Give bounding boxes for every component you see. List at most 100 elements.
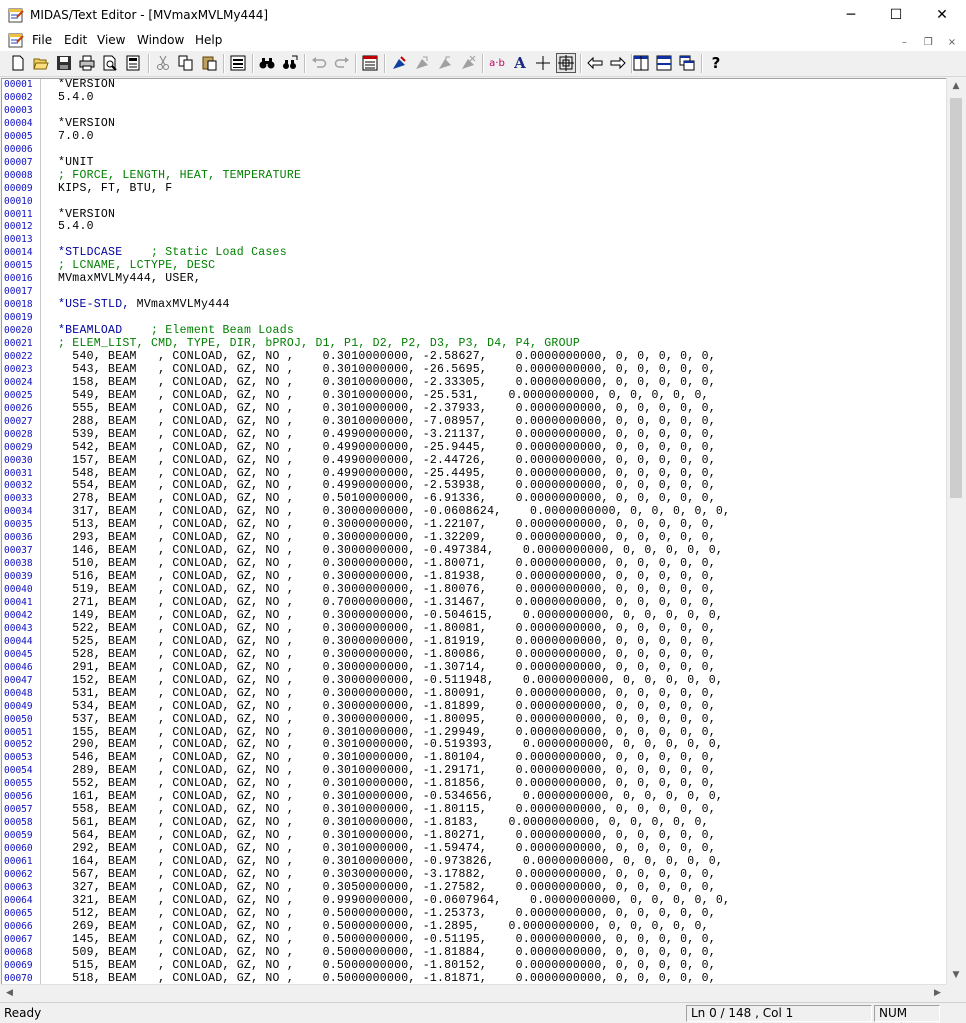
find-button[interactable]	[257, 53, 277, 73]
editor-line[interactable]: 00067 145, BEAM , CONLOAD, GZ, NO , 0.50…	[2, 933, 942, 947]
copy-button[interactable]	[176, 53, 196, 73]
open-button[interactable]	[31, 53, 51, 73]
editor-line[interactable]: 00006	[2, 144, 942, 157]
menu-help[interactable]: Help	[195, 33, 222, 47]
editor-line[interactable]: 00012 5.4.0	[2, 220, 942, 234]
editor-line[interactable]: 00030 157, BEAM , CONLOAD, GZ, NO , 0.49…	[2, 454, 942, 468]
bookmark-clear-button[interactable]	[458, 53, 478, 73]
print-setup-icon	[126, 55, 140, 71]
editor-line[interactable]: 00022 540, BEAM , CONLOAD, GZ, NO , 0.30…	[2, 350, 942, 364]
print-setup-button[interactable]	[123, 53, 143, 73]
column-mode-button[interactable]	[556, 53, 576, 73]
menu-file[interactable]: File	[32, 33, 52, 47]
help-button[interactable]: ?	[706, 53, 726, 73]
paste-button[interactable]	[199, 53, 219, 73]
mdi-minimize-button[interactable]: –	[896, 36, 912, 50]
editor-line[interactable]: 00024 158, BEAM , CONLOAD, GZ, NO , 0.30…	[2, 376, 942, 390]
undo-button[interactable]	[309, 53, 329, 73]
editor-line[interactable]: 00009 KIPS, FT, BTU, F	[2, 182, 942, 196]
font-button[interactable]: A	[510, 53, 530, 73]
crosshair-button[interactable]	[533, 53, 553, 73]
vertical-scroll-thumb[interactable]	[950, 98, 962, 498]
cut-button[interactable]	[153, 53, 173, 73]
menu-window[interactable]: Window	[137, 33, 184, 47]
minimize-button[interactable]: ─	[828, 0, 874, 31]
mdi-restore-button[interactable]: ❐	[920, 36, 936, 50]
tile-horizontal-button[interactable]	[654, 53, 674, 73]
redo-button[interactable]	[332, 53, 352, 73]
editor-line[interactable]: 00061 164, BEAM , CONLOAD, GZ, NO , 0.30…	[2, 855, 942, 869]
editor-line[interactable]: 00028 539, BEAM , CONLOAD, GZ, NO , 0.49…	[2, 428, 942, 442]
insert-command-button[interactable]	[360, 53, 380, 73]
editor-line[interactable]: 00018 *USE-STLD, MVmaxMVLMy444	[2, 298, 942, 312]
editor-line[interactable]: 00042 149, BEAM , CONLOAD, GZ, NO , 0.30…	[2, 609, 942, 623]
editor-line[interactable]: 00068 509, BEAM , CONLOAD, GZ, NO , 0.50…	[2, 946, 942, 960]
ab-format-button[interactable]: a·b	[487, 53, 507, 73]
editor-line[interactable]: 00063 327, BEAM , CONLOAD, GZ, NO , 0.30…	[2, 881, 942, 895]
toolbar-separator	[304, 54, 306, 73]
line-number: 00069	[4, 959, 33, 971]
editor-line[interactable]: 00065 512, BEAM , CONLOAD, GZ, NO , 0.50…	[2, 907, 942, 921]
editor-line[interactable]: 00043 522, BEAM , CONLOAD, GZ, NO , 0.30…	[2, 622, 942, 636]
cascade-button[interactable]	[677, 53, 697, 73]
document-icon[interactable]	[8, 33, 24, 48]
line-number: 00068	[4, 946, 33, 958]
scroll-down-arrow-icon[interactable]: ▼	[947, 967, 965, 984]
editor-line[interactable]: 00041 271, BEAM , CONLOAD, GZ, NO , 0.70…	[2, 596, 942, 610]
line-number: 00024	[4, 376, 33, 388]
bookmark-prev-button[interactable]	[435, 53, 455, 73]
editor-line[interactable]: 00046 291, BEAM , CONLOAD, GZ, NO , 0.30…	[2, 661, 942, 675]
vertical-scrollbar[interactable]: ▲ ▼	[946, 78, 965, 984]
line-number: 00046	[4, 661, 33, 673]
editor-line[interactable]: 00047 152, BEAM , CONLOAD, GZ, NO , 0.30…	[2, 674, 942, 688]
new-button[interactable]	[8, 53, 28, 73]
editor-line[interactable]: 00025 549, BEAM , CONLOAD, GZ, NO , 0.30…	[2, 389, 942, 403]
tile-vertical-button[interactable]	[631, 53, 651, 73]
scroll-up-arrow-icon[interactable]: ▲	[947, 78, 965, 95]
replace-button[interactable]	[280, 53, 300, 73]
editor-line[interactable]: 00016 MVmaxMVLMy444, USER,	[2, 272, 942, 286]
editor-line[interactable]: 00064 321, BEAM , CONLOAD, GZ, NO , 0.99…	[2, 894, 942, 908]
menu-edit[interactable]: Edit	[64, 33, 87, 47]
menu-view[interactable]: View	[97, 33, 125, 47]
editor-line[interactable]: 00050 537, BEAM , CONLOAD, GZ, NO , 0.30…	[2, 713, 942, 727]
arrow-left-button[interactable]	[585, 53, 605, 73]
editor-line[interactable]: 00005 7.0.0	[2, 130, 942, 144]
editor-line[interactable]: 00003	[2, 105, 942, 118]
editor-line[interactable]: 00004 *VERSION	[2, 117, 942, 131]
editor-line[interactable]: 00062 567, BEAM , CONLOAD, GZ, NO , 0.30…	[2, 868, 942, 882]
horizontal-scrollbar[interactable]: ◀ ▶	[1, 984, 946, 1002]
text-editor[interactable]: 00001 *VERSION 00002 5.4.0 00003 00004 *VERSIO…	[1, 78, 948, 986]
maximize-button[interactable]: ☐	[873, 0, 919, 31]
scroll-right-arrow-icon[interactable]: ▶	[929, 985, 946, 1002]
scroll-left-arrow-icon[interactable]: ◀	[1, 985, 18, 1002]
editor-line[interactable]: 00045 528, BEAM , CONLOAD, GZ, NO , 0.30…	[2, 648, 942, 662]
editor-line[interactable]: 00010	[2, 196, 942, 209]
editor-line[interactable]: 00027 288, BEAM , CONLOAD, GZ, NO , 0.30…	[2, 415, 942, 429]
editor-line[interactable]: 00002 5.4.0	[2, 91, 942, 105]
editor-line[interactable]: 00049 534, BEAM , CONLOAD, GZ, NO , 0.30…	[2, 700, 942, 714]
editor-line[interactable]: 00001 *VERSION	[2, 79, 942, 92]
editor-line[interactable]: 00008 ; FORCE, LENGTH, HEAT, TEMPERATURE	[2, 169, 942, 183]
bookmark-next-button[interactable]	[412, 53, 432, 73]
select-all-button[interactable]	[228, 53, 248, 73]
editor-line[interactable]: 00029 542, BEAM , CONLOAD, GZ, NO , 0.49…	[2, 441, 942, 455]
line-number: 00017	[4, 286, 33, 298]
toolbar-separator	[223, 54, 225, 73]
editor-line[interactable]: 00026 555, BEAM , CONLOAD, GZ, NO , 0.30…	[2, 402, 942, 416]
editor-line[interactable]: 00011 *VERSION	[2, 208, 942, 222]
editor-line[interactable]: 00048 531, BEAM , CONLOAD, GZ, NO , 0.30…	[2, 687, 942, 701]
save-button[interactable]	[54, 53, 74, 73]
print-button[interactable]	[77, 53, 97, 73]
print-preview-button[interactable]	[100, 53, 120, 73]
mdi-close-button[interactable]: ×	[944, 36, 960, 50]
close-button[interactable]: ✕	[919, 0, 965, 31]
bookmark-toggle-button[interactable]	[389, 53, 409, 73]
editor-line[interactable]: 00069 515, BEAM , CONLOAD, GZ, NO , 0.50…	[2, 959, 942, 973]
editor-line[interactable]: 00023 543, BEAM , CONLOAD, GZ, NO , 0.30…	[2, 363, 942, 377]
editor-line[interactable]: 00066 269, BEAM , CONLOAD, GZ, NO , 0.50…	[2, 920, 942, 934]
arrow-right-button[interactable]	[608, 53, 628, 73]
editor-line[interactable]: 00044 525, BEAM , CONLOAD, GZ, NO , 0.30…	[2, 635, 942, 649]
line-number: 00043	[4, 622, 33, 634]
editor-line[interactable]: 00021 ; ELEM_LIST, CMD, TYPE, DIR, bPROJ,…	[2, 337, 942, 351]
